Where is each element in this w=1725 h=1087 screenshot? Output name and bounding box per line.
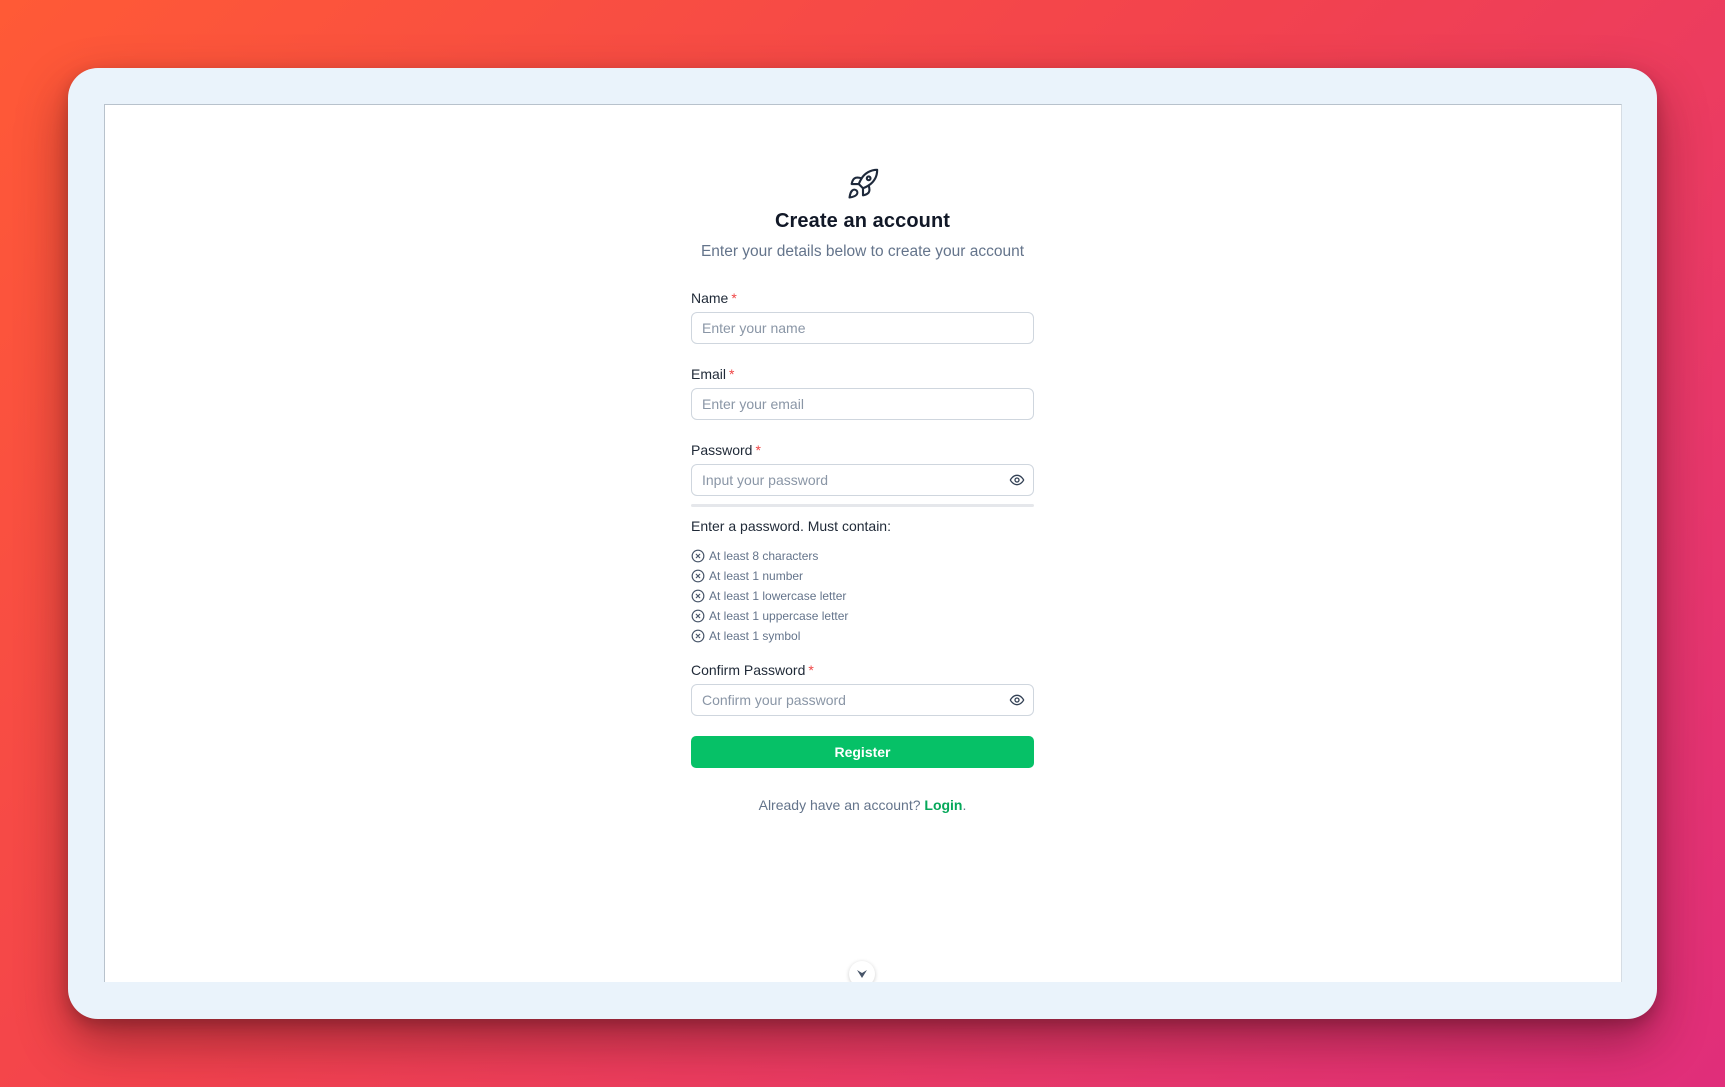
x-circle-icon xyxy=(691,589,705,603)
email-field[interactable] xyxy=(691,388,1034,420)
name-field[interactable] xyxy=(691,312,1034,344)
required-mark: * xyxy=(729,366,735,382)
x-circle-icon xyxy=(691,609,705,623)
page-subtitle: Enter your details below to create your … xyxy=(700,243,1025,260)
password-field[interactable] xyxy=(691,464,1034,496)
x-circle-icon xyxy=(691,629,705,643)
email-label-text: Email xyxy=(691,366,727,382)
name-input[interactable] xyxy=(692,313,1002,343)
app-window: Create an account Enter your details bel… xyxy=(104,104,1622,982)
password-label: Password * xyxy=(691,442,761,458)
login-prompt: Already have an account? Login. xyxy=(691,797,1034,813)
confirm-password-label: Confirm Password * xyxy=(691,662,814,678)
requirement-item: At least 1 number xyxy=(691,566,848,586)
login-link[interactable]: Login xyxy=(924,797,962,813)
requirement-item: At least 1 symbol xyxy=(691,626,848,646)
requirement-text: At least 1 number xyxy=(709,569,804,583)
requirement-text: At least 1 symbol xyxy=(709,629,801,643)
password-label-text: Password xyxy=(691,442,753,458)
name-label: Name * xyxy=(691,290,737,306)
rocket-icon xyxy=(848,168,879,199)
requirement-item: At least 8 characters xyxy=(691,546,848,566)
requirement-item: At least 1 uppercase letter xyxy=(691,606,848,626)
name-label-text: Name xyxy=(691,290,729,306)
eye-icon[interactable] xyxy=(1009,472,1025,488)
page-title: Create an account xyxy=(774,210,951,232)
requirement-text: At least 1 lowercase letter xyxy=(709,589,847,603)
email-label: Email * xyxy=(691,366,734,382)
required-mark: * xyxy=(731,290,737,306)
password-requirements-list: At least 8 characters At least 1 number … xyxy=(691,546,848,646)
confirm-password-input[interactable] xyxy=(692,685,1002,715)
email-input[interactable] xyxy=(692,389,1002,419)
password-strength-bar xyxy=(691,504,1034,507)
required-mark: * xyxy=(755,442,761,458)
scroll-down-button[interactable] xyxy=(849,961,875,982)
password-requirements-title: Enter a password. Must contain: xyxy=(691,518,891,534)
password-input[interactable] xyxy=(692,465,1002,495)
x-circle-icon xyxy=(691,569,705,583)
confirm-password-field[interactable] xyxy=(691,684,1034,716)
chevron-down-icon xyxy=(857,970,867,978)
requirement-item: At least 1 lowercase letter xyxy=(691,586,848,606)
eye-icon[interactable] xyxy=(1009,692,1025,708)
requirement-text: At least 1 uppercase letter xyxy=(709,609,849,623)
login-suffix: . xyxy=(962,797,967,813)
login-prompt-text: Already have an account? xyxy=(758,797,921,813)
required-mark: * xyxy=(808,662,814,678)
requirement-text: At least 8 characters xyxy=(709,549,819,563)
register-button[interactable]: Register xyxy=(691,736,1034,768)
x-circle-icon xyxy=(691,549,705,563)
confirm-password-label-text: Confirm Password xyxy=(691,662,806,678)
